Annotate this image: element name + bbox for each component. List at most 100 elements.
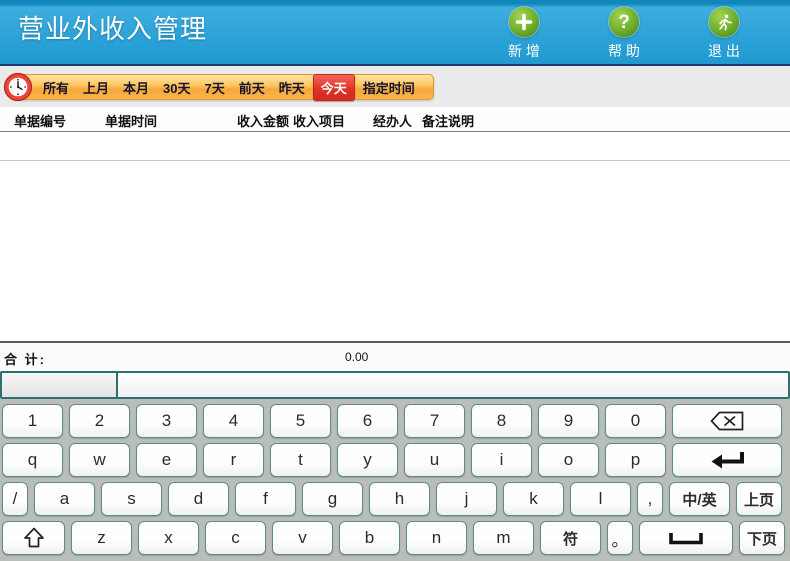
key-space[interactable] [639,521,733,555]
key-d[interactable]: d [168,482,229,516]
action-label: 新 增 [508,41,540,61]
filter-bar: 所有上月本月30天7天前天昨天今天指定时间 [10,74,434,100]
exit-button[interactable]: 退 出 [698,7,750,61]
filter-item-last-month[interactable]: 上月 [77,76,115,99]
key-label: / [13,489,18,509]
key-0[interactable]: 0 [605,404,666,438]
key-label: m [496,528,510,548]
key-r[interactable]: r [203,443,264,477]
key-label: b [365,528,374,548]
input-bar [0,371,790,399]
key-label: 5 [296,411,305,431]
key-label: v [298,528,307,548]
filter-item-custom-range[interactable]: 指定时间 [357,76,421,99]
key-comma[interactable]: , [637,482,663,516]
key-label: 3 [162,411,171,431]
key-s[interactable]: s [101,482,162,516]
key-g[interactable]: g [302,482,363,516]
key-label: n [432,528,441,548]
key-w[interactable]: w [69,443,130,477]
filter-item-yesterday[interactable]: 昨天 [273,76,311,99]
filter-item-all[interactable]: 所有 [37,76,75,99]
key-label: 下页 [747,528,777,549]
key-label: c [231,528,240,548]
action-label: 帮 助 [608,41,640,61]
column-header-remark: 备注说明 [422,111,474,130]
key-lang-toggle[interactable]: 中/英 [669,482,730,516]
key-n[interactable]: n [406,521,467,555]
key-l[interactable]: l [570,482,631,516]
key-u[interactable]: u [404,443,465,477]
key-6[interactable]: 6 [337,404,398,438]
key-o[interactable]: o [538,443,599,477]
column-header-income-item: 收入项目 [293,111,345,130]
key-9[interactable]: 9 [538,404,599,438]
key-c[interactable]: c [205,521,266,555]
key-enter[interactable] [672,443,782,477]
key-period[interactable]: 。 [607,521,633,555]
key-label: , [648,489,653,509]
filter-item-30-days[interactable]: 30天 [157,76,196,99]
key-e[interactable]: e [136,443,197,477]
key-shift[interactable] [2,521,65,555]
column-header-operator: 经办人 [373,111,412,130]
key-x[interactable]: x [138,521,199,555]
key-q[interactable]: q [2,443,63,477]
key-slash[interactable]: / [2,482,28,516]
shift-icon [23,527,45,549]
key-i[interactable]: i [471,443,532,477]
add-button[interactable]: 新 增 [498,7,550,61]
key-page-down[interactable]: 下页 [739,521,785,555]
input-left-cell[interactable] [2,373,118,397]
key-label: 4 [229,411,238,431]
key-t[interactable]: t [270,443,331,477]
key-b[interactable]: b [339,521,400,555]
key-h[interactable]: h [369,482,430,516]
filter-item-today[interactable]: 今天 [313,74,355,101]
key-4[interactable]: 4 [203,404,264,438]
key-f[interactable]: f [235,482,296,516]
key-j[interactable]: j [436,482,497,516]
key-label: g [328,489,337,509]
filter-item-this-month[interactable]: 本月 [117,76,155,99]
backspace-icon [710,411,744,431]
key-8[interactable]: 8 [471,404,532,438]
key-label: l [599,489,603,509]
filter-item-7-days[interactable]: 7天 [199,76,231,99]
key-k[interactable]: k [503,482,564,516]
key-y[interactable]: y [337,443,398,477]
filter-section: 所有上月本月30天7天前天昨天今天指定时间 [0,66,790,107]
key-label: d [194,489,203,509]
key-v[interactable]: v [272,521,333,555]
question-icon: ? [609,7,639,37]
key-label: r [231,450,237,470]
key-label: s [127,489,136,509]
key-1[interactable]: 1 [2,404,63,438]
keyboard-row: / a s d f g h j k l, 中/英上页 [2,482,788,516]
key-7[interactable]: 7 [404,404,465,438]
key-p[interactable]: p [605,443,666,477]
key-label: 9 [564,411,573,431]
exit-icon [709,7,739,37]
key-5[interactable]: 5 [270,404,331,438]
key-label: o [564,450,573,470]
key-2[interactable]: 2 [69,404,130,438]
text-input[interactable] [118,373,788,397]
key-m[interactable]: m [473,521,534,555]
key-3[interactable]: 3 [136,404,197,438]
key-symbols[interactable]: 符 [540,521,601,555]
key-z[interactable]: z [71,521,132,555]
key-label: e [162,450,171,470]
key-a[interactable]: a [34,482,95,516]
help-button[interactable]: ? 帮 助 [598,7,650,61]
enter-icon [709,450,745,470]
column-header-doc-no: 单据编号 [14,111,66,130]
key-label: f [263,489,268,509]
key-page-up[interactable]: 上页 [736,482,782,516]
key-backspace[interactable] [672,404,782,438]
table-row [0,132,790,161]
key-label: 7 [430,411,439,431]
key-label: 6 [363,411,372,431]
key-label: j [465,489,469,509]
filter-item-day-before-yesterday[interactable]: 前天 [233,76,271,99]
